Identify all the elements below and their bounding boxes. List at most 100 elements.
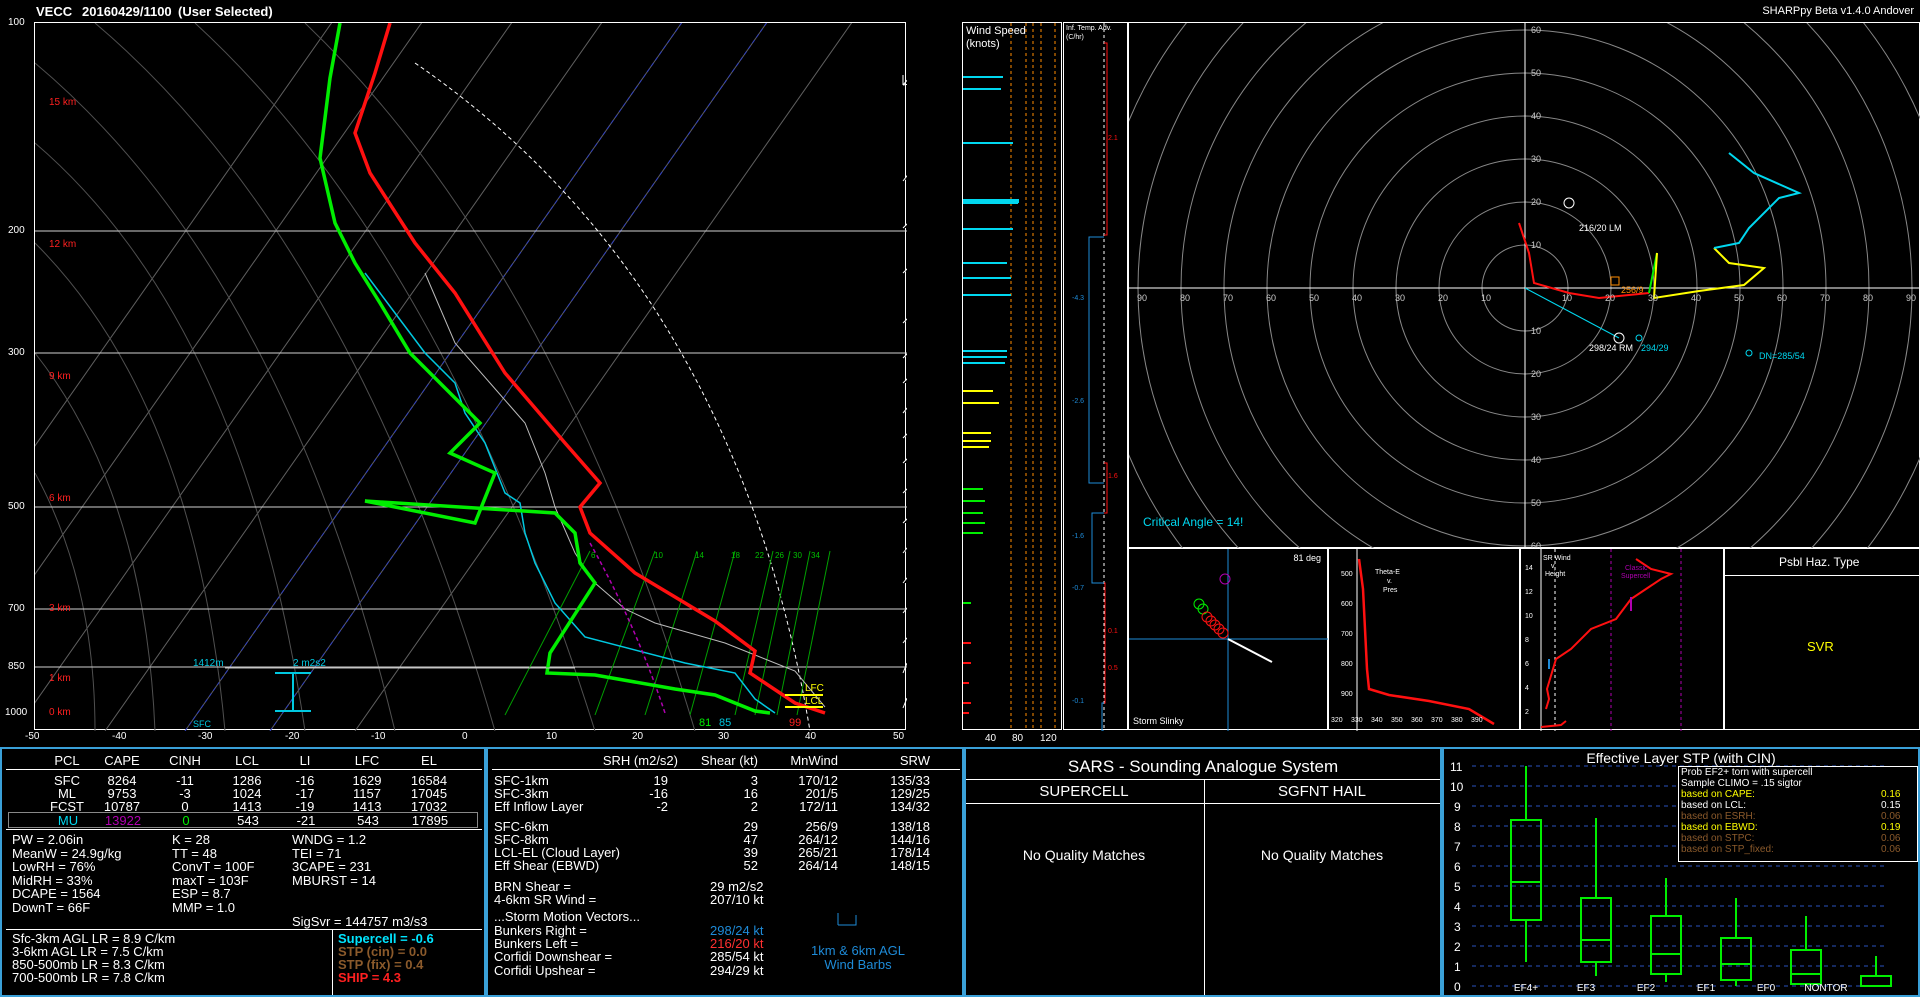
sr-wind-panel[interactable]: SR Wind v. Height Classic Supercell 14 1… xyxy=(1520,548,1724,731)
skewt-panel[interactable]: 6 10 14 18 22 26 30 34 100 200 300 500 7… xyxy=(5,17,907,731)
stp-ytick: 0 xyxy=(1454,980,1461,994)
temp-tick: 30 xyxy=(718,731,730,742)
app-version: SHARPpy Beta v1.4.0 Andover xyxy=(1762,5,1914,17)
theta-e-ytick: 800 xyxy=(1341,661,1353,668)
index-value: TT = 48 xyxy=(172,845,217,861)
wind-barb-icon xyxy=(837,913,857,926)
hazard-title-box: Psbl Haz. Type xyxy=(1725,549,1919,576)
srw-ytick: 10 xyxy=(1525,613,1533,620)
hodo-x-tick: 80 xyxy=(1180,293,1191,303)
stp-legend-row: based on LCL: 0.15 xyxy=(1681,800,1913,811)
left-mover-label: 216/20 LM xyxy=(1579,223,1622,233)
index-value: LowRH = 76% xyxy=(12,859,96,874)
index-value: TEI = 71 xyxy=(292,845,342,861)
theta-e-xtick: 390 xyxy=(1471,717,1483,724)
wetbulb-trace xyxy=(364,272,776,714)
inf-temp-value: -2.6 xyxy=(1072,398,1085,405)
right-mover-label: 298/24 RM xyxy=(1589,343,1634,353)
legend-label: based on CAPE: xyxy=(1681,789,1755,800)
theta-e-title: v. xyxy=(1387,578,1392,585)
srw-title: v. xyxy=(1551,563,1556,570)
pressure-label: 850 xyxy=(8,661,25,672)
hazard-title: Psbl Haz. Type xyxy=(1779,555,1860,569)
index-value: 3CAPE = 231 xyxy=(292,859,372,874)
storm-slinky-panel[interactable]: 81 deg Storm Slinky xyxy=(1128,548,1329,731)
legend-label: based on LCL: xyxy=(1681,800,1747,811)
kin-header: Shear (kt) xyxy=(700,753,758,768)
hodo-x-tick: 90 xyxy=(1906,293,1917,303)
mr-label: 34 xyxy=(811,551,820,560)
isotherms xyxy=(35,23,853,731)
storm-motion-title: ...Storm Motion Vectors... xyxy=(494,909,640,924)
temp-tick: -20 xyxy=(285,731,300,742)
station-id: VECC xyxy=(36,4,73,19)
skewt-diagram[interactable]: 6 10 14 18 22 26 30 34 xyxy=(35,23,907,731)
parcel-row[interactable]: FCST 10787 0 1413 -19 1413 17032 xyxy=(2,799,482,814)
parcel-row-selected[interactable]: MU 13922 0 543 -21 543 17895 xyxy=(8,812,478,828)
legend-value: 0.16 xyxy=(1881,789,1901,800)
inf-temp-bars xyxy=(1088,23,1108,731)
inf-temp-value: 1.6 xyxy=(1108,473,1118,480)
temp-tick: 0 xyxy=(462,731,468,742)
stp-ytick: 9 xyxy=(1454,800,1461,814)
sigsvr-value: SigSvr = 144757 m3/s3 xyxy=(292,914,428,929)
sars-title: SARS - Sounding Analogue System xyxy=(1067,757,1339,776)
parcel-row[interactable]: SFC 8264 -11 1286 -16 1629 16584 xyxy=(2,773,482,788)
cell: 148/15 xyxy=(890,858,930,873)
cell: 134/32 xyxy=(890,799,930,814)
cell: 264/14 xyxy=(798,858,838,873)
kin-row: Eff Inflow Layer -2 2 172/11 134/32 xyxy=(488,799,958,814)
hodo-x-tick: 80 xyxy=(1863,293,1874,303)
barb-caption: Wind Barbs xyxy=(824,957,892,972)
mr-label: 14 xyxy=(695,551,704,560)
index-value: WNDG = 1.2 xyxy=(292,832,367,847)
inferred-temp-panel[interactable]: Inf. Temp. Adv. (C/hr) 2.1 -4.3 -2.6 1.6… xyxy=(1063,22,1128,731)
hodograph-plot[interactable] xyxy=(1129,23,1920,549)
hodo-x-tick: 20 xyxy=(1605,293,1616,303)
stp-legend-row: based on ESRH: 0.06 xyxy=(1681,811,1913,822)
srw-supercell-label: Supercell xyxy=(1621,573,1651,580)
kin-header: SRH (m2/s2) xyxy=(602,753,678,768)
stp-ytick: 8 xyxy=(1454,820,1461,834)
theta-e-title: Pres xyxy=(1383,587,1398,594)
parcel-header: EL xyxy=(421,753,437,768)
index-value: K = 28 xyxy=(172,832,210,847)
height-label: 15 km xyxy=(49,97,77,108)
inf-temp-value: 0.5 xyxy=(1108,665,1118,672)
height-label: 6 km xyxy=(49,493,71,504)
height-label: 9 km xyxy=(49,371,71,382)
cell: -2 xyxy=(656,799,668,814)
hodo-y-tick: 50 xyxy=(1531,68,1542,78)
wind-speed-panel[interactable]: Wind Speed (knots) xyxy=(962,22,1062,731)
cell: 172/11 xyxy=(799,799,838,814)
stp-xlabel: NONTOR xyxy=(1804,983,1848,994)
pressure-label: 500 xyxy=(8,501,25,512)
lapse-rate: 700-500mb LR = 7.8 C/km xyxy=(12,970,165,985)
inf-temp-value: -1.6 xyxy=(1072,533,1085,540)
legend-value: 0.06 xyxy=(1881,844,1901,855)
inf-temp-value: 0.1 xyxy=(1108,628,1118,635)
theta-e-ytick: 500 xyxy=(1341,571,1353,578)
kin-row: SFC-6km 29 256/9 138/18 xyxy=(488,819,958,834)
theta-e-ytick: 700 xyxy=(1341,631,1353,638)
hodograph-panel[interactable]: 90 80 70 60 50 40 30 20 10 10 20 30 40 5… xyxy=(1128,22,1920,551)
theta-e-panel[interactable]: Theta-E v. Pres 500 600 700 800 900 320 … xyxy=(1328,548,1520,731)
stp-legend-title: Prob EF2+ torn with supercell xyxy=(1681,767,1813,778)
parcel-row[interactable]: ML 9753 -3 1024 -17 1157 17045 xyxy=(2,786,482,801)
eff-inflow-srh: 2 m2s2 xyxy=(293,658,326,669)
legend-label: based on ESRH: xyxy=(1681,811,1756,822)
index-value: MeanW = 24.9g/kg xyxy=(12,845,122,861)
cell: Eff Shear (EBWD) xyxy=(494,858,600,873)
lapse-rates: Sfc-3km AGL LR = 8.9 C/km 3-6km AGL LR =… xyxy=(12,932,175,984)
index-value: DownT = 66F xyxy=(12,899,91,915)
stp-ytick: 2 xyxy=(1454,940,1461,954)
inf-temp-value: -0.7 xyxy=(1072,585,1085,592)
corfidi-down-label: Corfidi Downshear = xyxy=(494,949,613,964)
temp-tick: 10 xyxy=(546,731,558,742)
stp-legend-subtitle: Sample CLIMO = .15 sigtor xyxy=(1681,778,1802,789)
temp-tick: -50 xyxy=(25,731,40,742)
pressure-label: 100 xyxy=(8,17,25,28)
sr46-label: 4-6km SR Wind = xyxy=(494,892,597,907)
indices-col3: WNDG = 1.2 TEI = 71 3CAPE = 231 MBURST =… xyxy=(292,833,376,887)
hodo-x-tick: 60 xyxy=(1777,293,1788,303)
